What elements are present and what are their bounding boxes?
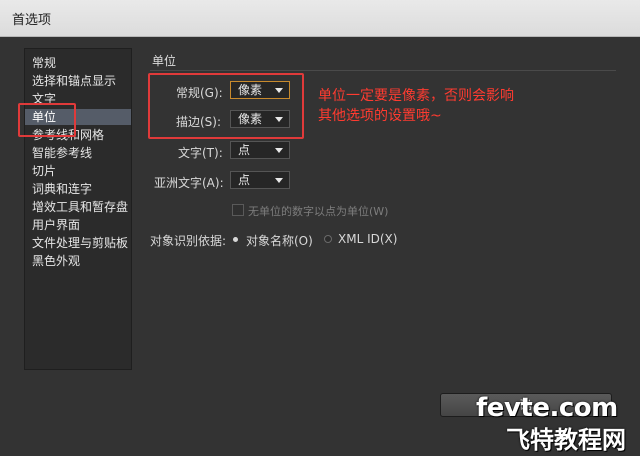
red-annotation: 单位一定要是像素，否则会影响 其他选项的设置哦~ <box>318 86 514 126</box>
sidebar-item-slices[interactable]: 切片 <box>32 163 56 179</box>
type-unit-label: 文字(T): <box>178 146 223 160</box>
sidebar-item-units[interactable]: 单位 <box>25 109 131 125</box>
type-unit-value: 点 <box>238 143 251 157</box>
sidebar-item-dictionary[interactable]: 词典和连字 <box>32 181 92 197</box>
sidebar-item-selection-anchor[interactable]: 选择和锚点显示 <box>32 73 116 89</box>
sidebar-item-type[interactable]: 文字 <box>32 91 56 107</box>
section-divider <box>150 70 616 71</box>
type-unit-dropdown[interactable]: 点 <box>230 141 290 159</box>
asian-type-unit-dropdown[interactable]: 点 <box>230 171 290 189</box>
object-name-radio[interactable] <box>233 237 238 242</box>
no-unit-checkbox[interactable] <box>232 204 244 216</box>
identify-objects-label: 对象识别依据: <box>150 234 227 248</box>
sidebar-item-guides-grid[interactable]: 参考线和网格 <box>32 127 104 143</box>
sidebar-item-smart-guides[interactable]: 智能参考线 <box>32 145 92 161</box>
general-unit-value: 像素 <box>238 83 263 97</box>
asian-type-unit-label: 亚洲文字(A): <box>154 176 224 190</box>
watermark-domain: fevte.com <box>476 393 618 423</box>
sidebar-item-user-interface[interactable]: 用户界面 <box>32 217 80 233</box>
sidebar-item-general[interactable]: 常规 <box>32 55 56 71</box>
window-title-bar: 首选项 <box>0 0 640 37</box>
annotation-line-1: 单位一定要是像素，否则会影响 <box>318 88 514 104</box>
xml-id-radio[interactable] <box>324 235 332 243</box>
no-unit-checkbox-label: 无单位的数字以点为单位(W) <box>248 205 389 218</box>
object-name-radio-label: 对象名称(O) <box>246 234 313 248</box>
stroke-unit-value: 像素 <box>238 112 263 126</box>
chevron-down-icon <box>275 88 283 93</box>
section-title: 单位 <box>152 54 177 68</box>
sidebar-item-file-clipboard[interactable]: 文件处理与剪贴板 <box>32 235 128 251</box>
annotation-line-2: 其他选项的设置哦~ <box>318 108 442 124</box>
window-title: 首选项 <box>12 13 52 28</box>
asian-type-unit-value: 点 <box>238 173 251 187</box>
watermark-site-name: 飞特教程网 <box>506 426 626 454</box>
sidebar-item-plugins-scratch[interactable]: 增效工具和暂存盘 <box>32 199 128 215</box>
chevron-down-icon <box>275 148 283 153</box>
general-unit-dropdown[interactable]: 像素 <box>230 81 290 99</box>
stroke-unit-dropdown[interactable]: 像素 <box>230 110 290 128</box>
chevron-down-icon <box>275 178 283 183</box>
stroke-unit-label: 描边(S): <box>176 115 222 129</box>
sidebar-item-black-appearance[interactable]: 黑色外观 <box>32 253 80 269</box>
preferences-sidebar: 常规 选择和锚点显示 文字 单位 参考线和网格 智能参考线 切片 词典和连字 增… <box>24 48 132 370</box>
xml-id-radio-label: XML ID(X) <box>338 232 398 246</box>
chevron-down-icon <box>275 117 283 122</box>
general-unit-label: 常规(G): <box>176 86 223 100</box>
